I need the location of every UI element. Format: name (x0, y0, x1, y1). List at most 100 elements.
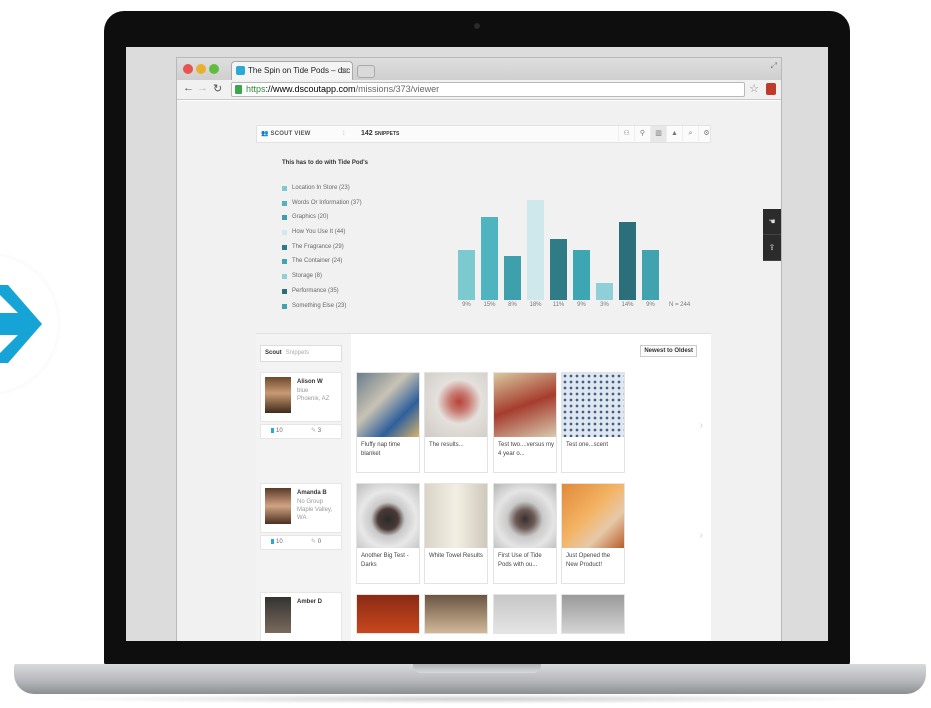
snippet-thumbnail (494, 373, 556, 437)
bar[interactable] (642, 250, 659, 300)
snippet-count-number: 142 (361, 130, 373, 137)
snippet-card[interactable]: Fluffy nap time blanket (356, 372, 420, 473)
chevron-right-icon[interactable]: › (700, 420, 703, 431)
bar-percent-label: 15% (483, 302, 496, 308)
tab-bar: The Spin on Tide Pods – dsc ✕ ⤢ (177, 58, 781, 80)
legend-item[interactable]: The Fragrance (29) (282, 243, 362, 258)
close-tab-icon[interactable]: ✕ (340, 62, 348, 80)
people-icon[interactable]: ⚇ (618, 126, 634, 142)
segment-scout[interactable]: Scout (265, 350, 282, 356)
laptop-base (14, 664, 926, 694)
new-tab-button[interactable] (357, 65, 375, 78)
snippet-thumbnail (562, 595, 624, 633)
legend-label: The Fragrance (29) (292, 243, 344, 250)
scout-card[interactable]: Amber D (260, 592, 342, 641)
snippet-card[interactable] (493, 594, 557, 634)
address-bar[interactable]: https://www.dscoutapp.com/missions/373/v… (231, 82, 745, 97)
browser-window: The Spin on Tide Pods – dsc ✕ ⤢ ← → ↻ ht… (176, 57, 782, 641)
fullscreen-icon[interactable]: ⤢ (771, 61, 777, 71)
legend-item[interactable]: Performance (35) (282, 287, 362, 302)
scout-card[interactable]: Amanda B No Group Maple Valley, WA (260, 483, 342, 533)
legend-item[interactable]: How You Use It (44) (282, 228, 362, 243)
bar-percent-label: 9% (646, 302, 655, 308)
snippet-card[interactable] (356, 594, 420, 634)
legend-item[interactable]: Location In Store (23) (282, 184, 362, 199)
legend-swatch (282, 200, 287, 206)
scout-group: No Group (297, 499, 324, 505)
legend-item[interactable]: Storage (8) (282, 272, 362, 287)
stage: The Spin on Tide Pods – dsc ✕ ⤢ ← → ↻ ht… (0, 0, 931, 708)
legend-item[interactable]: Words Or Information (37) (282, 199, 362, 214)
pin-icon[interactable]: ⚲ (634, 126, 650, 142)
segment-snippets[interactable]: Snippets (286, 350, 309, 356)
browser-tab[interactable]: The Spin on Tide Pods – dsc ✕ (231, 61, 353, 80)
legend-label: Graphics (20) (292, 214, 329, 221)
people-icon: 👥 (261, 131, 271, 137)
scout-name: Alison W (297, 379, 323, 385)
scout-location: Phoenix, AZ (297, 396, 330, 402)
chevron-right-icon[interactable]: › (700, 530, 703, 541)
legend-item[interactable]: The Container (24) (282, 257, 362, 272)
share-icon[interactable]: ⇪ (763, 235, 781, 261)
snippet-thumbnail (425, 595, 487, 633)
snippet-caption: The results... (429, 442, 464, 448)
close-window-button[interactable] (183, 64, 193, 74)
collapse-handle-icon[interactable]: ⁞ (343, 126, 345, 142)
bar-chart-icon[interactable]: ▥ (650, 126, 666, 142)
minimize-window-button[interactable] (196, 64, 206, 74)
snippet-card[interactable]: Test one...scent (561, 372, 625, 473)
snippet-card[interactable]: The results... (424, 372, 488, 473)
bar[interactable] (481, 216, 498, 300)
legend-swatch (282, 244, 287, 250)
scout-card[interactable]: Alison W blue Phoenix, AZ (260, 372, 342, 422)
bar-percent-label: 3% (600, 302, 609, 308)
bar[interactable] (527, 200, 544, 300)
scout-view-toggle[interactable]: 👥 SCOUT VIEW (261, 126, 311, 142)
laptop-lid: The Spin on Tide Pods – dsc ✕ ⤢ ← → ↻ ht… (104, 11, 850, 666)
bar[interactable] (596, 283, 613, 300)
bar[interactable] (504, 255, 521, 300)
bar[interactable] (550, 238, 567, 300)
back-arrow-icon[interactable]: ← (183, 82, 194, 94)
extension-icon[interactable] (766, 83, 776, 95)
forward-arrow-icon[interactable]: → (197, 82, 208, 94)
snippet-thumbnail (562, 373, 624, 437)
snippet-card[interactable]: Another Big Test - Darks (356, 483, 420, 584)
bar[interactable] (573, 250, 590, 300)
snippet-caption: Test one...scent (566, 442, 609, 448)
snippet-card[interactable]: Just Opened the New Product! (561, 483, 625, 584)
legend-item[interactable]: Graphics (20) (282, 213, 362, 228)
snippet-card[interactable] (424, 594, 488, 634)
zoom-window-button[interactable] (209, 64, 219, 74)
comment-icon: ✎ (311, 428, 318, 434)
snippet-card[interactable] (561, 594, 625, 634)
snippet-card[interactable]: First Use of Tide Pods with ou... (493, 483, 557, 584)
laptop-shadow (40, 694, 900, 704)
stat-snippets-value: 10 (276, 539, 283, 545)
side-controls: ☚ ⇪ (763, 209, 781, 261)
mountain-icon[interactable]: ▲ (666, 126, 682, 142)
stat-comments-value: 3 (317, 428, 322, 434)
bar[interactable] (619, 222, 636, 300)
gear-icon[interactable]: ⚙ (698, 126, 714, 142)
snippet-caption: Test two....versus my 4 year o... (498, 442, 555, 457)
reload-icon[interactable]: ↻ (213, 82, 222, 95)
snippet-thumbnail (357, 595, 419, 633)
snippet-caption: Another Big Test - Darks (361, 553, 409, 568)
scout-info: No Group Maple Valley, WA (297, 498, 341, 522)
url-scheme: https (246, 84, 266, 94)
snippet-count: 142 SNIPPETS (361, 126, 399, 142)
avatar (265, 488, 291, 524)
bar[interactable] (458, 250, 475, 300)
scout-info: blue Phoenix, AZ (297, 387, 329, 403)
snippet-card[interactable]: Test two....versus my 4 year o... (493, 372, 557, 473)
bookmark-star-icon[interactable]: ☆ (749, 82, 759, 95)
opening-notch (413, 664, 541, 673)
snippet-card[interactable]: White Towel Results (424, 483, 488, 584)
sort-dropdown[interactable]: Newest to Oldest (640, 345, 697, 357)
bar-percent-label: 11% (552, 302, 565, 308)
view-segment-control[interactable]: Scout Snippets (260, 345, 342, 362)
hand-icon[interactable]: ☚ (763, 209, 781, 235)
legend-item[interactable]: Something Else (23) (282, 302, 362, 317)
search-icon[interactable]: ⌕ (682, 126, 698, 142)
